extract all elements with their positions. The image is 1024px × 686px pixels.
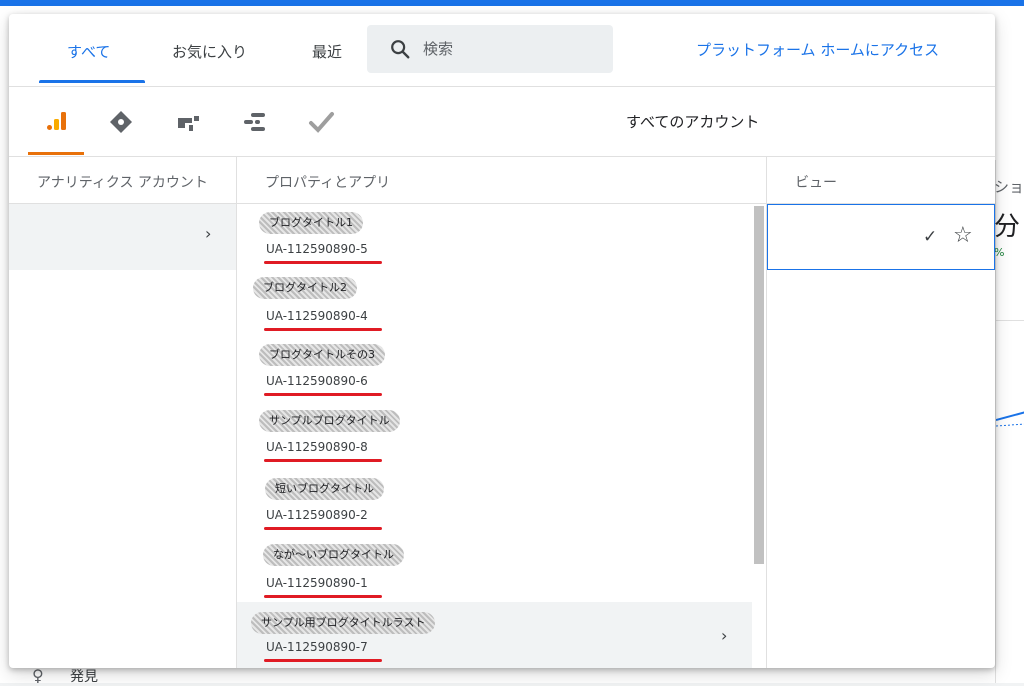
properties-column-header: プロパティとアプリ — [237, 156, 767, 204]
background-report-label: ショ — [994, 178, 1024, 196]
properties-scrollbar-thumb[interactable] — [754, 206, 764, 564]
property-name: 短いブログタイトル — [265, 478, 384, 500]
property-name: サンプルブログタイトル — [259, 410, 400, 432]
tabs-row: すべて お気に入り 最近 プラットフォーム ホームにアクセス — [9, 14, 995, 87]
search-icon — [391, 40, 410, 59]
property-item[interactable]: なが～いブログタイトル UA-112590890-1 — [237, 544, 752, 600]
property-id: UA-112590890-5 — [266, 242, 368, 256]
properties-header-label: プロパティとアプリ — [265, 175, 391, 191]
property-name: サンプル用ブログタイトルラスト — [251, 612, 436, 634]
property-item[interactable]: 短いブログタイトル UA-112590890-2 — [237, 478, 752, 534]
search-input[interactable] — [421, 35, 605, 63]
surveys-icon[interactable] — [307, 108, 335, 136]
background-report-change: % — [994, 246, 1005, 259]
data-studio-icon[interactable] — [241, 108, 269, 136]
background-chart-line — [996, 411, 1024, 427]
views-header-label: ビュー — [795, 175, 837, 191]
red-underline-mark — [264, 595, 382, 598]
tab-all[interactable]: すべて — [67, 41, 110, 62]
star-icon[interactable]: ☆ — [953, 223, 973, 248]
background-report-value: 分 — [994, 212, 1021, 242]
tab-favorites[interactable]: お気に入り — [172, 41, 247, 62]
properties-list: ブログタイトル1 UA-112590890-5 ブログタイトル2 UA-1125… — [237, 204, 767, 668]
platform-home-link[interactable]: プラットフォーム ホームにアクセス — [696, 39, 939, 60]
property-item[interactable]: ブログタイトル1 UA-112590890-5 — [237, 212, 752, 268]
chevron-right-icon: › — [721, 626, 728, 645]
property-id: UA-112590890-6 — [266, 374, 368, 388]
account-row[interactable]: › — [9, 204, 236, 270]
lightbulb-icon: ♀ — [32, 666, 44, 685]
property-id: UA-112590890-8 — [266, 440, 368, 454]
all-accounts-label: すべてのアカウント — [626, 113, 760, 131]
property-name: ブログタイトル1 — [259, 212, 363, 234]
background-divider — [995, 320, 1024, 321]
accounts-header-label: アナリティクス アカウント — [37, 175, 208, 191]
red-underline-mark — [264, 393, 382, 396]
property-id: UA-112590890-1 — [266, 576, 368, 590]
active-product-indicator — [28, 152, 84, 155]
optimize-icon[interactable] — [174, 108, 202, 136]
red-underline-mark — [264, 328, 382, 331]
property-name: なが～いブログタイトル — [263, 544, 404, 566]
property-item[interactable]: サンプルブログタイトル UA-112590890-8 — [237, 410, 752, 466]
products-row: すべてのアカウント — [9, 86, 995, 157]
sidebar-item-discover[interactable]: 発見 — [70, 666, 98, 686]
property-id: UA-112590890-7 — [266, 640, 368, 654]
chevron-right-icon: › — [205, 224, 212, 243]
property-item[interactable]: サンプル用ブログタイトルラスト UA-112590890-7 › — [237, 602, 752, 668]
check-icon: ✓ — [923, 227, 938, 247]
account-selector-popup: すべて お気に入り 最近 プラットフォーム ホームにアクセス — [9, 14, 995, 668]
accounts-column-header: アナリティクス アカウント — [9, 156, 236, 204]
red-underline-mark — [264, 527, 382, 530]
property-id: UA-112590890-4 — [266, 309, 368, 323]
tag-manager-icon[interactable] — [107, 108, 135, 136]
property-item[interactable]: ブログタイトルその3 UA-112590890-6 — [237, 344, 752, 400]
red-underline-mark — [264, 261, 382, 264]
active-tab-indicator — [39, 80, 145, 83]
views-column-header: ビュー — [767, 156, 995, 204]
view-row[interactable]: ✓ ☆ — [767, 204, 995, 270]
property-id: UA-112590890-2 — [266, 508, 368, 522]
property-name: ブログタイトルその3 — [259, 344, 385, 366]
search-box[interactable] — [367, 25, 613, 73]
red-underline-mark — [264, 659, 382, 662]
red-underline-mark — [264, 459, 382, 462]
analytics-icon[interactable] — [43, 108, 71, 136]
tab-recent[interactable]: 最近 — [312, 41, 342, 62]
property-item[interactable]: ブログタイトル2 UA-112590890-4 — [237, 277, 752, 333]
property-name: ブログタイトル2 — [253, 277, 357, 299]
